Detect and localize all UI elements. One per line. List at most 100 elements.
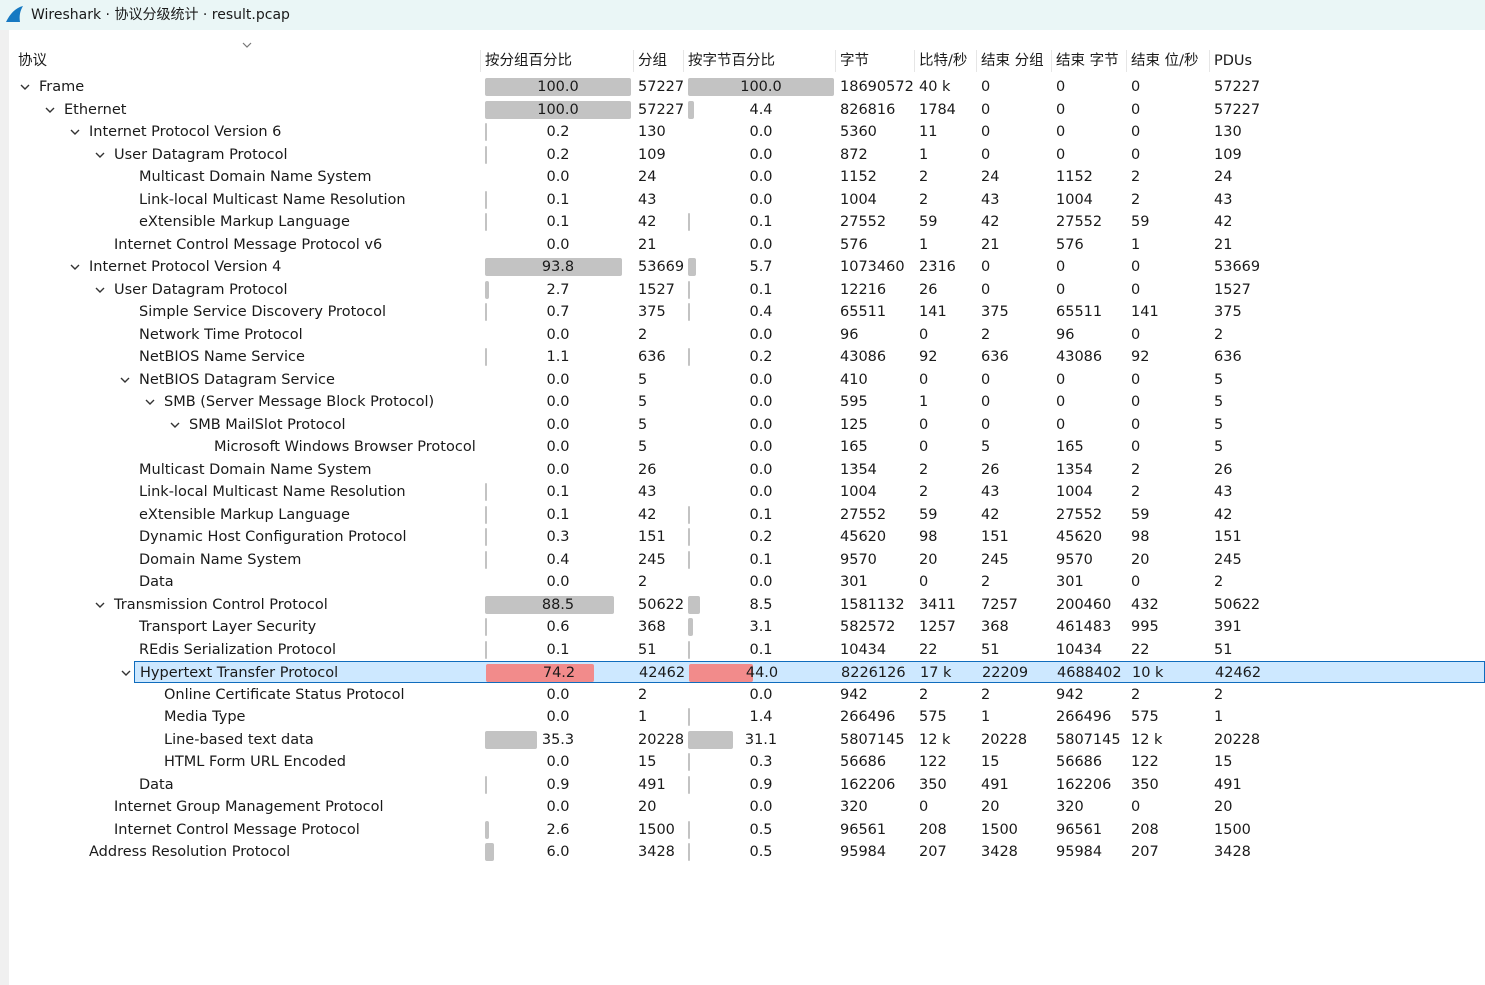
packet-percent-value: 0.0 bbox=[546, 799, 570, 815]
tree-row[interactable]: Link-local Multicast Name Resolution 0.1 4… bbox=[9, 481, 1485, 503]
tree-row[interactable]: Online Certificate Status Protocol 0.0 2 0.… bbox=[9, 684, 1485, 706]
tree-row[interactable]: Link-local Multicast Name Resolution 0.1 4… bbox=[9, 189, 1485, 211]
tree-row[interactable]: Address Resolution Protocol 6.0 3428 0.5 959… bbox=[9, 841, 1485, 863]
column-header-col-packets[interactable]: 分组 bbox=[633, 50, 683, 72]
bytes-cell: 9570 bbox=[840, 551, 877, 568]
byte-percent-value: 0.0 bbox=[749, 686, 773, 703]
tree-row[interactable]: Internet Protocol Version 6 0.2 130 0.0 5360… bbox=[9, 121, 1485, 143]
column-header-col-bytes[interactable]: 字节 bbox=[835, 50, 914, 72]
tree-row[interactable]: User Datagram Protocol 2.7 1527 0.1 12216 26 0… bbox=[9, 279, 1485, 301]
byte-percent: 3.1 bbox=[688, 616, 834, 638]
pdus-cell: 24 bbox=[1214, 169, 1233, 185]
column-header-col-end-bytes[interactable]: 结束 字节 bbox=[1051, 50, 1126, 72]
bytes-cell: 1354 bbox=[840, 461, 877, 478]
packet-percent: 0.1 bbox=[485, 481, 631, 503]
tree-row[interactable]: Internet Protocol Version 4 93.8 53669 5.7 1… bbox=[9, 256, 1485, 278]
tree-row[interactable]: Multicast Domain Name System 0.0 24 0.0 1152… bbox=[9, 166, 1485, 188]
chevron-down-icon[interactable] bbox=[94, 149, 106, 161]
bits-per-sec-cell: 17 k bbox=[920, 665, 952, 681]
column-header-col-bits-per-sec[interactable]: 比特/秒 bbox=[914, 50, 976, 72]
tree-row[interactable]: Domain Name System 0.4 245 0.1 9570 20 245 9570… bbox=[9, 549, 1485, 571]
protocol-name: Internet Protocol Version 4 bbox=[89, 259, 282, 275]
end-packets-cell: 15 bbox=[981, 754, 1000, 770]
packet-percent-value: 0.0 bbox=[546, 416, 570, 433]
column-header-col-pdus[interactable]: PDUs bbox=[1209, 50, 1480, 72]
protocol-name: Link-local Multicast Name Resolution bbox=[139, 191, 406, 208]
byte-percent: 0.0 bbox=[688, 121, 834, 143]
tree-row[interactable]: Data 0.0 2 0.0 301 0 2 301 0 2 bbox=[9, 571, 1485, 593]
chevron-down-icon[interactable] bbox=[144, 396, 156, 408]
chevron-down-icon[interactable] bbox=[119, 374, 131, 386]
chevron-down-icon[interactable] bbox=[44, 104, 56, 116]
column-header-col-protocol[interactable]: 协议 bbox=[14, 50, 484, 72]
packet-percent-value: 0.3 bbox=[546, 529, 570, 545]
protocol-name: Internet Control Message Protocol v6 bbox=[114, 236, 383, 253]
packet-percent-value: 0.0 bbox=[546, 439, 570, 455]
tree-row[interactable]: Internet Control Message Protocol 2.6 1500… bbox=[9, 819, 1485, 841]
tree-row[interactable]: Network Time Protocol 0.0 2 0.0 96 0 2 96 0 2 bbox=[9, 324, 1485, 346]
chevron-down-icon[interactable] bbox=[169, 419, 181, 431]
bytes-cell: 410 bbox=[840, 371, 868, 388]
tree-row[interactable]: SMB MailSlot Protocol 0.0 5 0.0 125 0 0 0 0 5 bbox=[9, 414, 1485, 436]
end-bits-per-sec-cell: 0 bbox=[1131, 394, 1141, 410]
bits-per-sec-cell: 2 bbox=[919, 484, 929, 500]
packet-percent-value: 6.0 bbox=[546, 844, 570, 860]
end-packets-cell: 0 bbox=[981, 79, 991, 95]
protocol-name: NetBIOS Name Service bbox=[139, 349, 305, 365]
tree-row[interactable]: Internet Group Management Protocol 0.0 20 0… bbox=[9, 796, 1485, 818]
end-bytes-cell: 461483 bbox=[1056, 619, 1112, 635]
chevron-down-icon[interactable] bbox=[94, 284, 106, 296]
tree-row[interactable]: Multicast Domain Name System 0.0 26 0.0 1354… bbox=[9, 459, 1485, 481]
byte-percent: 0.0 bbox=[688, 459, 834, 481]
tree-row[interactable]: Data 0.9 491 0.9 162206 350 491 162206 350 491 bbox=[9, 774, 1485, 796]
column-header-col-byte-percent[interactable]: 按字节百分比 bbox=[683, 50, 835, 72]
tree-row[interactable]: Line-based text data 35.3 20228 31.1 5807145… bbox=[9, 729, 1485, 751]
end-bytes-cell: 1354 bbox=[1056, 461, 1093, 478]
byte-percent-value: 4.4 bbox=[749, 101, 773, 118]
end-packets-cell: 0 bbox=[981, 259, 991, 275]
bits-per-sec-cell: 40 k bbox=[919, 79, 951, 95]
tree-row[interactable]: Media Type 0.0 1 1.4 266496 575 1 266496 575 1 bbox=[9, 706, 1485, 728]
end-bytes-cell: 0 bbox=[1056, 371, 1066, 388]
tree-row[interactable]: Hypertext Transfer Protocol 74.2 42462 44.0… bbox=[121, 661, 1485, 683]
bytes-cell: 872 bbox=[840, 146, 868, 163]
tree-row[interactable]: eXtensible Markup Language 0.1 42 0.1 27552 5… bbox=[9, 211, 1485, 233]
byte-percent: 0.0 bbox=[688, 369, 834, 391]
bits-per-sec-cell: 2 bbox=[919, 461, 929, 478]
packets-cell: 26 bbox=[638, 461, 657, 478]
column-header-col-end-bits-per-sec[interactable]: 结束 位/秒 bbox=[1126, 50, 1209, 72]
end-packets-cell: 20 bbox=[981, 799, 1000, 815]
chevron-down-icon[interactable] bbox=[69, 126, 81, 138]
tree-row[interactable]: Frame 100.0 57227 100.0 18690572 40 k 0 0 0 57227 bbox=[9, 76, 1485, 98]
protocol-hierarchy-tree[interactable]: 协议 按分组百分比 分组 按字节百分比 字节 比特/秒 结束 分组 结束 字节 结束 位/秒 PD… bbox=[9, 46, 1485, 985]
column-header-col-end-packets[interactable]: 结束 分组 bbox=[976, 50, 1051, 72]
bytes-cell: 942 bbox=[840, 686, 868, 703]
column-header-col-packet-percent[interactable]: 按分组百分比 bbox=[480, 50, 633, 72]
byte-percent: 0.9 bbox=[688, 774, 834, 796]
bytes-cell: 56686 bbox=[840, 754, 887, 770]
tree-row[interactable]: SMB (Server Message Block Protocol) 0.0 5 0… bbox=[9, 391, 1485, 413]
tree-row[interactable]: Transmission Control Protocol 88.5 50622 8.… bbox=[9, 594, 1485, 616]
tree-row[interactable]: REdis Serialization Protocol 0.1 51 0.1 1043… bbox=[9, 639, 1485, 661]
end-packets-cell: 2 bbox=[981, 326, 991, 343]
tree-row[interactable]: NetBIOS Datagram Service 0.0 5 0.0 410 0 0 0 0 5 bbox=[9, 369, 1485, 391]
packet-percent: 0.1 bbox=[485, 504, 631, 526]
chevron-down-icon[interactable] bbox=[69, 261, 81, 273]
protocol-name: Domain Name System bbox=[139, 551, 302, 568]
tree-row[interactable]: HTML Form URL Encoded 0.0 15 0.3 56686 122 15 5… bbox=[9, 751, 1485, 773]
tree-row[interactable]: Transport Layer Security 0.6 368 3.1 582572 1… bbox=[9, 616, 1485, 638]
tree-row[interactable]: Ethernet 100.0 57227 4.4 826816 1784 0 0 0 57227 bbox=[9, 99, 1485, 121]
tree-row[interactable]: eXtensible Markup Language 0.1 42 0.1 27552 5… bbox=[9, 504, 1485, 526]
tree-row[interactable]: Simple Service Discovery Protocol 0.7 375 0… bbox=[9, 301, 1485, 323]
tree-row[interactable]: Dynamic Host Configuration Protocol 0.3 15… bbox=[9, 526, 1485, 548]
byte-percent: 0.0 bbox=[688, 234, 834, 256]
tree-row[interactable]: NetBIOS Name Service 1.1 636 0.2 43086 92 636 4… bbox=[9, 346, 1485, 368]
byte-percent: 31.1 bbox=[688, 729, 834, 751]
chevron-down-icon[interactable] bbox=[19, 81, 31, 93]
tree-row[interactable]: User Datagram Protocol 0.2 109 0.0 872 1 0 0 0 10… bbox=[9, 144, 1485, 166]
chevron-down-icon[interactable] bbox=[120, 667, 132, 679]
tree-row[interactable]: Internet Control Message Protocol v6 0.0 2… bbox=[9, 234, 1485, 256]
tree-row[interactable]: Microsoft Windows Browser Protocol 0.0 5 0.… bbox=[9, 436, 1485, 458]
protocol-name: Link-local Multicast Name Resolution bbox=[139, 484, 406, 500]
chevron-down-icon[interactable] bbox=[94, 599, 106, 611]
